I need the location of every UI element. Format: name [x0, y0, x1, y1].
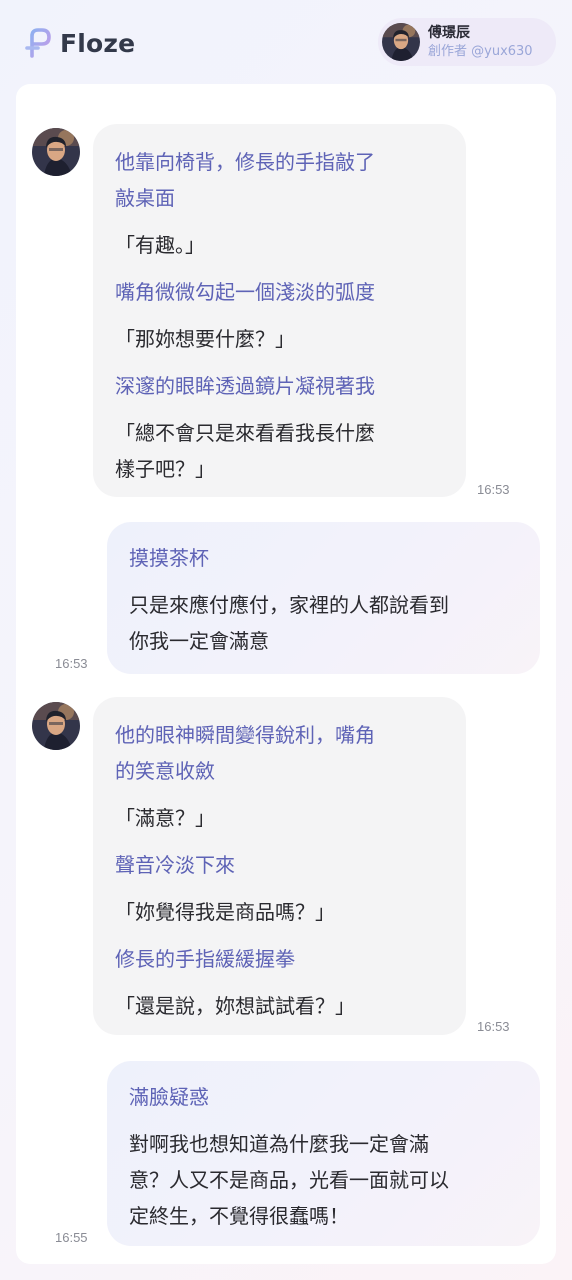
logo-text: Floze [60, 28, 136, 58]
speech-text: 「滿意？」 [115, 806, 215, 830]
chat-panel[interactable]: 他靠向椅背，修長的手指敲了 敲桌面 「有趣。」 嘴角微微勾起一個淺淡的弧度 「那妳… [16, 84, 556, 1264]
message-timestamp: 16:53 [55, 656, 88, 671]
character-avatar[interactable] [32, 702, 80, 750]
speech-text: 「總不會只是來看看我長什麼 樣子吧？」 [115, 421, 375, 481]
creator-handle: 創作者 @yux630 [428, 44, 533, 59]
action-text: 滿臉疑惑 [129, 1085, 209, 1109]
top-bar: Floze 傅璟辰 創作者 @yux630 [0, 0, 572, 84]
avatar-portrait-icon [382, 23, 420, 61]
user-message-bubble[interactable]: 滿臉疑惑 對啊我也想知道為什麼我一定會滿 意？人又不是商品，光看一面就可以 定終生，… [107, 1061, 540, 1246]
user-message-bubble[interactable]: 摸摸茶杯 只是來應付應付，家裡的人都說看到 你我一定會滿意 [107, 522, 540, 674]
message-timestamp: 16:53 [477, 1019, 510, 1034]
avatar [382, 23, 420, 61]
user-profile-chip[interactable]: 傅璟辰 創作者 @yux630 [378, 18, 556, 66]
ai-message-bubble[interactable]: 他的眼神瞬間變得銳利，嘴角 的笑意收斂 「滿意？」 聲音冷淡下來 「妳覺得我是商品… [93, 697, 466, 1035]
ai-message-bubble[interactable]: 他靠向椅背，修長的手指敲了 敲桌面 「有趣。」 嘴角微微勾起一個淺淡的弧度 「那妳… [93, 124, 466, 497]
action-text: 深邃的眼眸透過鏡片凝視著我 [115, 374, 375, 398]
action-text: 他的眼神瞬間變得銳利，嘴角 的笑意收斂 [115, 723, 375, 783]
message-timestamp: 16:55 [55, 1230, 88, 1245]
avatar-portrait-icon [32, 128, 80, 176]
speech-text: 對啊我也想知道為什麼我一定會滿 意？人又不是商品，光看一面就可以 定終生，不覺得很蠢… [129, 1132, 449, 1228]
speech-text: 「妳覺得我是商品嗎？」 [115, 900, 335, 924]
action-text: 嘴角微微勾起一個淺淡的弧度 [115, 280, 375, 304]
speech-text: 「有趣。」 [115, 233, 205, 257]
action-text: 他靠向椅背，修長的手指敲了 敲桌面 [115, 150, 375, 210]
action-text: 聲音冷淡下來 [115, 853, 235, 877]
character-avatar[interactable] [32, 128, 80, 176]
action-text: 摸摸茶杯 [129, 546, 209, 570]
app-logo[interactable]: Floze [24, 26, 135, 60]
creator-name: 傅璟辰 [428, 25, 470, 41]
speech-text: 「那妳想要什麼？」 [115, 327, 295, 351]
speech-text: 只是來應付應付，家裡的人都說看到 你我一定會滿意 [129, 593, 449, 653]
action-text: 修長的手指緩緩握拳 [115, 947, 295, 971]
speech-text: 「還是說，妳想試試看？」 [115, 994, 355, 1018]
avatar-portrait-icon [32, 702, 80, 750]
message-timestamp: 16:53 [477, 482, 510, 497]
floze-logo-icon [25, 28, 51, 58]
